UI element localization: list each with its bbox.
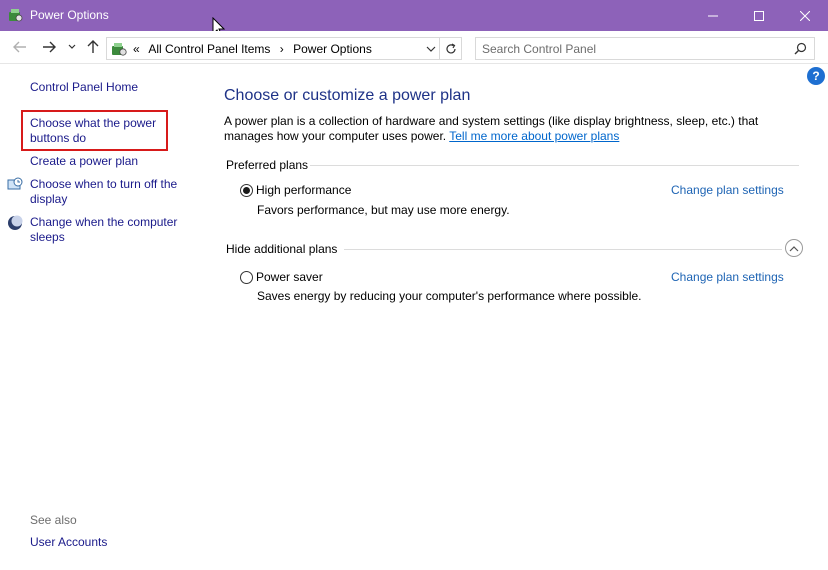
forward-arrow-icon bbox=[43, 41, 56, 53]
back-button[interactable] bbox=[10, 37, 30, 57]
turn-off-display-link[interactable]: Choose when to turn off the display bbox=[30, 177, 177, 207]
display-timer-icon bbox=[7, 177, 23, 190]
address-dropdown-icon[interactable] bbox=[425, 42, 437, 56]
see-also-label: See also bbox=[30, 513, 77, 527]
window-title: Power Options bbox=[30, 8, 109, 22]
high-performance-description: Favors performance, but may use more ene… bbox=[257, 203, 510, 217]
power-saver-radio[interactable] bbox=[240, 271, 253, 284]
breadcrumb-overflow[interactable]: « bbox=[133, 42, 140, 56]
search-box[interactable] bbox=[475, 37, 815, 60]
breadcrumb-separator-icon: › bbox=[279, 42, 284, 56]
power-options-app-icon bbox=[9, 9, 23, 22]
minimize-icon bbox=[708, 15, 718, 16]
user-accounts-link[interactable]: User Accounts bbox=[30, 535, 107, 550]
recent-locations-button[interactable] bbox=[66, 37, 78, 57]
collapse-plans-button[interactable] bbox=[785, 239, 803, 257]
breadcrumb-all-control-panel-items[interactable]: All Control Panel Items bbox=[148, 42, 270, 56]
address-bar[interactable]: « All Control Panel Items › Power Option… bbox=[106, 37, 440, 60]
hide-additional-plans-header[interactable]: Hide additional plans bbox=[226, 242, 337, 256]
close-button[interactable] bbox=[782, 0, 828, 31]
maximize-icon bbox=[754, 10, 764, 21]
sleep-moon-icon bbox=[8, 215, 23, 230]
maximize-button[interactable] bbox=[736, 0, 782, 31]
up-arrow-icon bbox=[87, 40, 99, 53]
help-button[interactable]: ? bbox=[807, 67, 825, 85]
minimize-button[interactable] bbox=[690, 0, 736, 31]
power-saver-change-settings-link[interactable]: Change plan settings bbox=[671, 270, 784, 284]
title-bar[interactable]: Power Options bbox=[0, 0, 828, 31]
page-title: Choose or customize a power plan bbox=[224, 87, 471, 104]
navigation-bar: « All Control Panel Items › Power Option… bbox=[0, 31, 828, 64]
close-icon bbox=[800, 10, 810, 21]
up-button[interactable] bbox=[84, 37, 102, 57]
chevron-down-icon bbox=[68, 44, 76, 49]
additional-plans-divider bbox=[344, 249, 782, 250]
high-performance-radio[interactable] bbox=[240, 184, 253, 197]
refresh-button[interactable] bbox=[440, 37, 462, 60]
preferred-plans-header: Preferred plans bbox=[226, 158, 309, 172]
create-power-plan-link[interactable]: Create a power plan bbox=[30, 154, 138, 169]
high-performance-label[interactable]: High performance bbox=[256, 183, 351, 197]
control-panel-home-link[interactable]: Control Panel Home bbox=[30, 80, 138, 95]
power-saver-description: Saves energy by reducing your computer's… bbox=[257, 289, 642, 303]
search-icon[interactable] bbox=[794, 42, 807, 55]
high-performance-change-settings-link[interactable]: Change plan settings bbox=[671, 183, 784, 197]
refresh-icon bbox=[445, 42, 456, 53]
choose-power-buttons-link[interactable]: Choose what the power buttons do bbox=[30, 116, 156, 146]
computer-sleeps-link[interactable]: Change when the computer sleeps bbox=[30, 215, 177, 245]
preferred-plans-divider bbox=[310, 165, 799, 166]
power-saver-label[interactable]: Power saver bbox=[256, 270, 323, 284]
chevron-up-icon bbox=[789, 245, 799, 251]
search-input[interactable] bbox=[476, 38, 776, 59]
forward-button[interactable] bbox=[39, 37, 59, 57]
control-panel-icon bbox=[112, 43, 127, 56]
page-description: A power plan is a collection of hardware… bbox=[224, 114, 759, 143]
back-arrow-icon bbox=[13, 41, 26, 53]
power-plans-help-link[interactable]: Tell me more about power plans bbox=[449, 129, 619, 143]
breadcrumb-power-options[interactable]: Power Options bbox=[293, 42, 372, 56]
